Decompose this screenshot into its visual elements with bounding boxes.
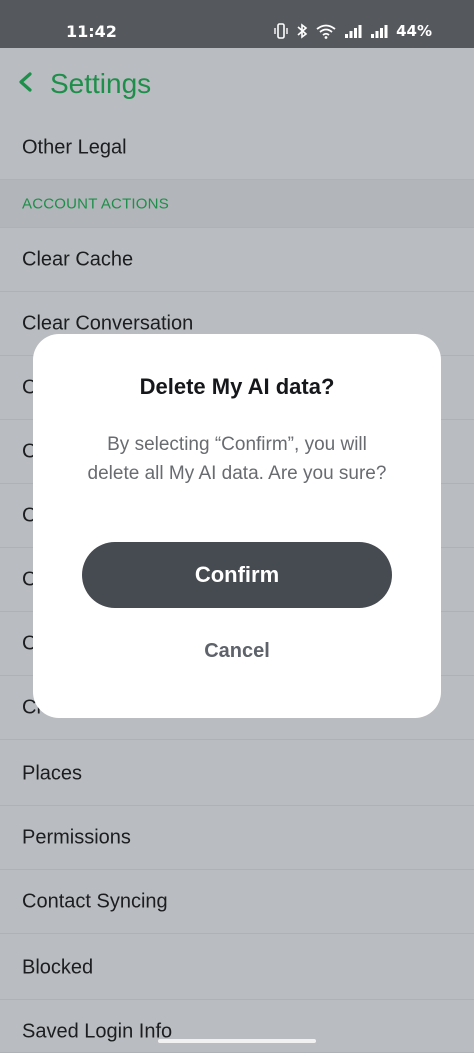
settings-row-clear-cache[interactable]: Clear Cache bbox=[0, 228, 474, 292]
row-label: Other Legal bbox=[22, 136, 127, 158]
signal-icon bbox=[371, 25, 388, 38]
section-label: ACCOUNT ACTIONS bbox=[22, 195, 169, 212]
settings-row-contact-syncing[interactable]: Contact Syncing bbox=[0, 870, 474, 934]
page-title: Settings bbox=[50, 68, 152, 99]
delete-my-ai-data-dialog: Delete My AI data? By selecting “Confirm… bbox=[33, 334, 441, 718]
vibrate-icon bbox=[274, 23, 288, 39]
row-label: Blocked bbox=[22, 956, 94, 978]
dialog-message: By selecting “Confirm”, you will delete … bbox=[87, 434, 387, 484]
status-bar: 11:42 44% bbox=[0, 0, 474, 48]
row-label: Saved Login Info bbox=[22, 1020, 173, 1043]
row-label: Contact Syncing bbox=[22, 890, 168, 912]
settings-row-permissions[interactable]: Permissions bbox=[0, 806, 474, 870]
settings-row-other-legal[interactable]: Other Legal bbox=[0, 116, 474, 180]
row-label: Clear Conversation bbox=[22, 312, 194, 334]
settings-row-blocked[interactable]: Blocked bbox=[0, 936, 474, 1000]
settings-header: Settings bbox=[0, 48, 474, 121]
battery-percent: 44% bbox=[396, 22, 432, 40]
signal-icon bbox=[345, 25, 362, 38]
gesture-nav-handle[interactable] bbox=[158, 1039, 316, 1043]
settings-row-saved-login-info[interactable]: Saved Login Info bbox=[0, 1000, 474, 1053]
wifi-icon bbox=[316, 24, 336, 39]
bluetooth-icon bbox=[297, 23, 308, 39]
row-label: Clear Cache bbox=[22, 248, 134, 270]
status-time: 11:42 bbox=[66, 22, 117, 41]
row-label: Places bbox=[22, 762, 83, 784]
status-icons: 44% bbox=[274, 22, 432, 40]
settings-row-places[interactable]: Places bbox=[0, 742, 474, 806]
section-header-account-actions: ACCOUNT ACTIONS bbox=[0, 180, 474, 228]
confirm-button[interactable]: Confirm bbox=[82, 542, 392, 608]
row-label: Permissions bbox=[22, 826, 131, 848]
cancel-button[interactable]: Cancel bbox=[33, 640, 441, 663]
back-arrow-icon[interactable] bbox=[14, 70, 38, 94]
dialog-title: Delete My AI data? bbox=[139, 374, 335, 399]
